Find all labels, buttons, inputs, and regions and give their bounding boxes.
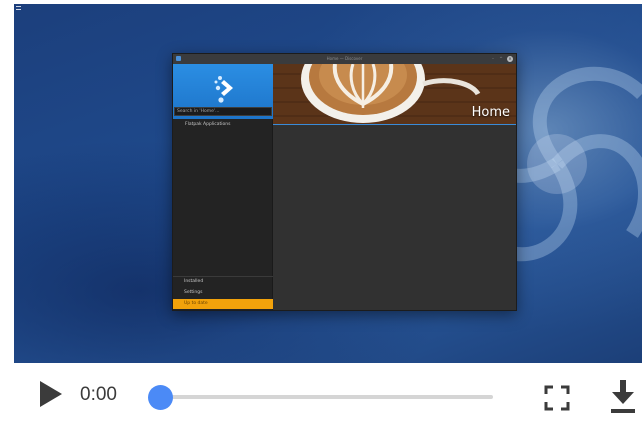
sidebar-item-flatpak[interactable]: Flatpak Applications xyxy=(173,120,273,130)
play-icon[interactable] xyxy=(38,379,64,409)
home-banner: Home xyxy=(273,64,516,125)
current-time: 0:00 xyxy=(80,384,117,405)
player-controls: 0:00 xyxy=(0,363,642,427)
close-button[interactable]: × xyxy=(507,56,513,62)
main-content: Home xyxy=(273,64,516,310)
video-frame[interactable]: Home — Discover – ^ × Search in 'Home'..… xyxy=(0,0,642,363)
sidebar-item-settings[interactable]: Settings xyxy=(173,288,273,298)
desktop-background: Home — Discover – ^ × Search in 'Home'..… xyxy=(14,4,642,363)
window-title: Home — Discover xyxy=(326,56,363,61)
sidebar-item-updates[interactable]: Up to date xyxy=(173,299,273,309)
search-input[interactable]: Search in 'Home'... xyxy=(174,107,272,116)
sidebar: Search in 'Home'... Flatpak Applications… xyxy=(173,64,273,310)
desktop-menu-icon xyxy=(16,6,21,10)
fullscreen-icon[interactable] xyxy=(544,385,570,411)
minimize-button[interactable]: – xyxy=(490,56,496,62)
maximize-button[interactable]: ^ xyxy=(498,56,504,62)
video-player: Home — Discover – ^ × Search in 'Home'..… xyxy=(0,0,642,427)
seek-handle[interactable] xyxy=(148,385,173,410)
sidebar-header: Search in 'Home'... xyxy=(173,64,273,119)
seek-bar[interactable] xyxy=(160,395,493,399)
discover-logo-icon xyxy=(214,76,233,103)
download-icon[interactable] xyxy=(609,378,637,414)
banner-title: Home xyxy=(471,105,510,120)
window-titlebar[interactable]: Home — Discover – ^ × xyxy=(173,54,516,64)
discover-window: Home — Discover – ^ × Search in 'Home'..… xyxy=(172,53,517,311)
sidebar-item-installed[interactable]: Installed xyxy=(173,277,273,287)
